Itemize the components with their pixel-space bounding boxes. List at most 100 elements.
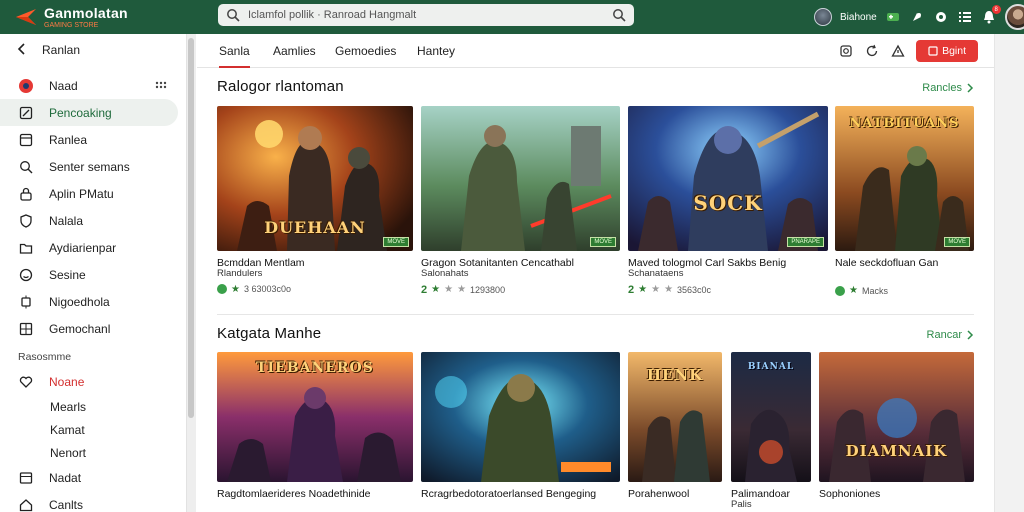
sidebar-subitem-kamat[interactable]: Kamat [0,418,186,441]
see-all-label: Rancar [926,329,962,341]
tab-aamlies[interactable]: Aamlies [273,44,316,68]
game-card[interactable]: Rcragrbedotoratoerlansed Bengeging [421,352,620,500]
sidebar-item-label: Nalala [49,213,84,228]
star-icon: ★ [638,284,648,296]
game-card[interactable]: DIAMNAIK Sophoniones [819,352,974,500]
game-thumbnail[interactable] [421,352,620,482]
sidebar-back-label: Ranlan [42,43,81,57]
sidebar-item-label: Nadat [49,470,82,485]
card-meta-text: 3 63003c0o [243,284,292,295]
tab-gemoedies[interactable]: Gemoedies [335,44,396,68]
section-see-all-link[interactable]: Rancles [922,82,974,94]
verified-icon [835,285,845,296]
card-subtitle: Palis [731,499,752,511]
tab-hantey[interactable]: Hantey [417,44,455,68]
right-scroll-area[interactable] [994,34,1024,512]
sidebar-back[interactable]: Ranlan [0,34,186,66]
thumbnail-title: DIAMNAIK [845,442,948,460]
sidebar-item-senter-semans[interactable]: Senter semans [0,153,186,180]
game-card[interactable]: SOCK PNARAPE Maved tologmol Carl Sakbs B… [628,106,828,296]
list-icon[interactable] [957,9,973,25]
game-thumbnail[interactable]: DUEHAAN MOVE [217,106,413,251]
game-thumbnail[interactable]: MOVE [421,106,620,251]
search-icon [18,159,34,175]
sidebar: Ranlan Naad Pencoaking Ranlea Senter sem… [0,34,186,512]
card-meta: 2 ★ ★ ★ 3563c0c [628,284,828,296]
card-meta-text: 3563c0c [677,284,712,295]
folder-icon [18,240,34,256]
card-subtitle: Schanataens [628,268,684,280]
thumbnail-title: DUEHAAN [264,218,366,237]
star-icon: ★ [849,285,858,297]
card-title[interactable]: Rcragrbedotoratoerlansed Bengeging [421,488,620,500]
game-thumbnail[interactable]: HENK [628,352,722,482]
chevron-right-icon [967,330,974,340]
profile-avatar[interactable] [1004,4,1024,30]
sidebar-item-naad[interactable]: Naad [0,72,186,99]
sidebar-item-sesine[interactable]: Sesine [0,261,186,288]
notifications-icon[interactable]: 8 [981,5,1001,25]
game-thumbnail[interactable]: BIANAL [731,352,811,482]
tab-bar: Sanla Aamlies Gemoedies Hantey Bgint [197,34,994,68]
username[interactable]: Biahone [840,12,877,23]
section-see-all-link[interactable]: Rancar [927,329,974,341]
game-thumbnail[interactable]: NATBITUANS MOVE [835,106,974,251]
game-card[interactable]: NATBITUANS MOVE Nale seckdofluan Gan ★ M… [835,106,974,296]
login-icon [928,46,938,56]
sign-in-label: Bgint [942,45,966,57]
tab-sanla[interactable]: Sanla [219,44,250,68]
back-arrow-icon[interactable] [16,42,28,58]
section-title: Katgata Manhe [217,325,322,342]
refresh-icon[interactable] [864,43,880,59]
game-card[interactable]: TIEBANEROS Ragdtomlaerideres Noadethinid… [217,352,413,500]
edit-icon [18,105,34,121]
sidebar-item-canlts[interactable]: Canlts [0,491,186,512]
game-card[interactable]: DUEHAAN MOVE Bcmddan Mentlam Rlandulers … [217,106,413,295]
search-bar[interactable]: Iclamfol pollik · Ranroad Hangmalt [218,4,634,26]
controller-icon[interactable] [885,9,901,25]
chevron-right-icon [967,83,974,93]
sidebar-subitem-nenort[interactable]: Nenort [0,441,186,464]
camera-icon[interactable] [838,43,854,59]
sidebar-item-label: Canlts [49,497,84,512]
sidebar-item-ranlea[interactable]: Ranlea [0,126,186,153]
heart-icon [18,374,34,390]
sidebar-item-noane[interactable]: Noane [0,368,186,395]
sidebar-item-pencoaking[interactable]: Pencoaking [0,99,178,126]
brand[interactable]: Ganmolatan GAMING STORE [14,6,214,29]
sidebar-item-aydiarienpar[interactable]: Aydiarienpar [0,234,186,261]
sidebar-subitem-mearls[interactable]: Mearls [0,395,186,418]
game-thumbnail[interactable]: TIEBANEROS [217,352,413,482]
home-icon [18,497,34,512]
game-controller-icon [18,78,34,94]
card-title[interactable]: Sophoniones [819,488,974,500]
game-card[interactable]: HENK Porahenwool [628,352,722,500]
sidebar-item-gemochanl[interactable]: Gemochanl [0,315,186,342]
sidebar-scrollbar-thumb[interactable] [188,38,194,418]
rocket-icon[interactable] [909,9,925,25]
sidebar-item-nalala[interactable]: Nalala [0,207,186,234]
settings-icon[interactable] [933,9,949,25]
sidebar-item-aplin-pmatu[interactable]: Aplin PMatu [0,180,186,207]
lock-icon [18,186,34,202]
sidebar-section-heading: Rasosmme [18,351,72,363]
more-icon[interactable] [154,78,168,92]
card-title[interactable]: Ragdtomlaerideres Noadethinide [217,488,413,500]
thumbnail-title: HENK [646,366,704,384]
card-title[interactable]: Nale seckdofluan Gan [835,257,974,269]
sign-in-button[interactable]: Bgint [916,40,978,62]
game-card[interactable]: BIANAL Palimandoar Palis [731,352,811,511]
user-avatar[interactable] [814,8,832,26]
game-card[interactable]: MOVE Gragon Sotanitanten Cencathabl Salo… [421,106,620,296]
sidebar-item-label: Aydiarienpar [49,240,117,255]
game-thumbnail[interactable]: DIAMNAIK [819,352,974,482]
box-icon [18,470,34,486]
sidebar-item-nadat[interactable]: Nadat [0,464,186,491]
game-thumbnail[interactable]: SOCK PNARAPE [628,106,828,251]
sidebar-item-nigoedhola[interactable]: Nigoedhola [0,288,186,315]
search-submit-icon[interactable] [612,8,626,22]
search-input[interactable]: Iclamfol pollik · Ranroad Hangmalt [248,9,612,21]
alert-icon[interactable] [890,43,906,59]
star-icon: ★ [444,284,454,296]
card-title[interactable]: Porahenwool [628,488,722,500]
